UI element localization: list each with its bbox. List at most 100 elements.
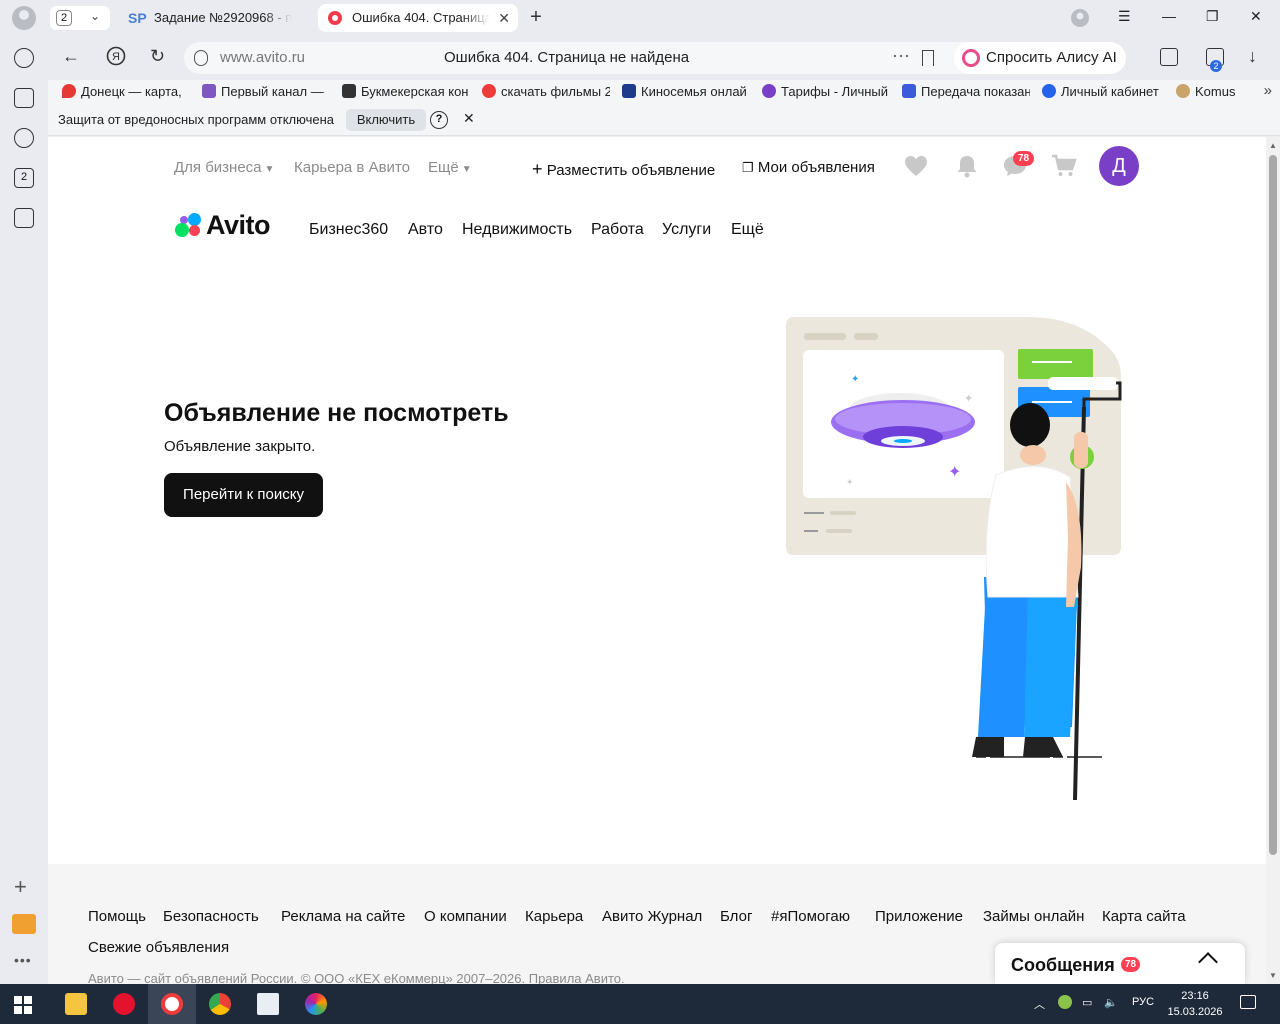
footer-link-blog[interactable]: Блог <box>720 908 752 925</box>
bookmark-lichny-kabinet[interactable]: Личный кабинет <box>1042 84 1166 99</box>
play-icon[interactable] <box>14 128 34 148</box>
bookmark-kinosemya[interactable]: Киносемья онлай <box>622 84 750 99</box>
avito-page: Для бизнеса ▼ Карьера в Авито Ещё ▼ + Разм… <box>48 137 1266 984</box>
bookmark-peredacha[interactable]: Передача показан <box>902 84 1030 99</box>
more-icon[interactable]: ••• <box>14 952 32 968</box>
footer-link-security[interactable]: Безопасность <box>163 908 259 925</box>
url-domain: www.avito.ru <box>220 49 306 66</box>
profile-icon[interactable] <box>12 6 36 30</box>
scroll-up-icon[interactable]: ▲ <box>1269 141 1277 150</box>
tab-task[interactable]: SP Задание №2920968 - про <box>120 4 310 32</box>
security-shield-icon[interactable] <box>194 50 208 66</box>
windows-taskbar: ︿ ▭ 🔈 РУС 23:16 15.03.2026 <box>0 984 1280 1024</box>
language-indicator[interactable]: РУС <box>1132 996 1154 1008</box>
cart-icon[interactable] <box>1051 154 1077 178</box>
close-tab-icon[interactable]: ✕ <box>498 4 510 32</box>
logo-dot <box>189 225 200 236</box>
footer-link-loans[interactable]: Займы онлайн <box>983 908 1084 925</box>
url-field[interactable]: www.avito.ru Ошибка 404. Страница не най… <box>184 42 996 74</box>
ask-alice-button[interactable]: Спросить Алису AI <box>954 42 1126 74</box>
footer-link-journal[interactable]: Авито Журнал <box>602 908 702 925</box>
footer-link-app[interactable]: Приложение <box>875 908 963 925</box>
system-clock[interactable]: 23:16 15.03.2026 <box>1166 988 1224 1020</box>
career-link[interactable]: Карьера в Авито <box>294 159 410 176</box>
bookmark-komus[interactable]: Komus <box>1176 84 1252 99</box>
reader-icon[interactable] <box>1160 48 1178 66</box>
notifications-icon[interactable] <box>1240 995 1256 1009</box>
volume-icon[interactable]: 🔈 <box>1104 996 1118 1009</box>
page-scrollbar[interactable]: ▲ ▼ <box>1266 137 1280 984</box>
more-menu[interactable]: Ещё ▼ <box>428 159 472 176</box>
bookmark-icon[interactable] <box>922 50 934 66</box>
user-avatar[interactable]: Д <box>1099 146 1139 186</box>
footer-link-about[interactable]: О компании <box>424 908 507 925</box>
enable-protection-button[interactable]: Включить <box>346 109 426 131</box>
close-window-icon[interactable]: ✕ <box>1250 8 1262 25</box>
yandex-browser-icon[interactable] <box>148 984 196 1024</box>
footer-link-ads[interactable]: Реклама на сайте <box>281 908 405 925</box>
map-pin-icon <box>62 84 76 98</box>
scrollbar-thumb[interactable] <box>1269 155 1277 855</box>
tv-icon <box>202 84 216 98</box>
bookmark-donetsk[interactable]: Донецк — карта, <box>62 84 186 99</box>
category-biznes360[interactable]: Бизнес360 <box>309 221 388 239</box>
screenshot-icon[interactable] <box>14 208 34 228</box>
new-tab-button[interactable]: + <box>524 6 548 30</box>
bookmarks-more-icon[interactable]: » <box>1264 82 1272 99</box>
bookmark-perviy[interactable]: Первый канал — с <box>202 84 326 99</box>
image-app-icon[interactable] <box>244 984 292 1024</box>
reload-icon[interactable]: ↻ <box>150 46 165 67</box>
picasa-icon[interactable] <box>292 984 340 1024</box>
footer-link-career[interactable]: Карьера <box>525 908 583 925</box>
close-infobar-icon[interactable]: ✕ <box>463 110 475 127</box>
chevron-up-icon[interactable] <box>1198 952 1218 972</box>
tab-count-button[interactable]: 2 ⌄ <box>50 6 110 30</box>
network-icon[interactable]: ▭ <box>1082 996 1092 1009</box>
messages-panel-label: Сообщения <box>1011 955 1115 975</box>
svg-text:✦: ✦ <box>846 477 854 487</box>
downloads-icon[interactable]: ↓ <box>1248 46 1257 67</box>
avito-logo[interactable]: Avito <box>174 210 284 240</box>
footer-link-sitemap[interactable]: Карта сайта <box>1102 908 1186 925</box>
opera-icon[interactable] <box>100 984 148 1024</box>
category-services[interactable]: Услуги <box>662 221 711 239</box>
history-icon[interactable] <box>14 48 34 68</box>
windows-start-icon[interactable] <box>14 996 32 1014</box>
file-explorer-icon[interactable] <box>52 984 100 1024</box>
tray-expand-icon[interactable]: ︿ <box>1034 996 1045 1012</box>
tab-avito-404[interactable]: Ошибка 404. Страница ✕ <box>318 4 518 32</box>
post-ad-link[interactable]: + Разместить объявление <box>532 159 715 180</box>
category-auto[interactable]: Авто <box>408 221 443 239</box>
help-icon[interactable]: ? <box>430 111 448 129</box>
yandex-icon[interactable]: Я <box>106 46 126 71</box>
tray-app-icon[interactable] <box>1058 995 1072 1009</box>
back-icon[interactable]: ← <box>62 46 80 67</box>
category-realty[interactable]: Недвижимость <box>462 221 572 239</box>
my-ads-link[interactable]: ❐ Мои объявления <box>742 159 875 176</box>
footer-link-ya-pomogayu[interactable]: #яПомогаю <box>771 908 850 925</box>
minimize-icon[interactable]: — <box>1162 8 1176 24</box>
account-icon[interactable] <box>1070 8 1090 31</box>
notifications-bell-icon[interactable] <box>954 154 980 178</box>
footer-link-fresh-ads[interactable]: Свежие объявления <box>88 939 229 956</box>
menu-icon[interactable]: ☰ <box>1118 8 1131 25</box>
category-more[interactable]: Ещё <box>731 221 764 239</box>
bookmark-bukmeker[interactable]: Букмекерская кон <box>342 84 468 99</box>
go-to-search-button[interactable]: Перейти к поиску <box>164 473 323 517</box>
more-options-icon[interactable]: ··· <box>892 45 910 66</box>
collections-icon[interactable] <box>14 88 34 108</box>
bookmark-films[interactable]: скачать фильмы 2 <box>482 84 610 99</box>
add-panel-icon[interactable]: + <box>14 874 27 900</box>
restore-icon[interactable]: ❐ <box>1206 8 1219 25</box>
favorites-heart-icon[interactable] <box>904 155 928 177</box>
category-jobs[interactable]: Работа <box>591 221 644 239</box>
for-business-menu[interactable]: Для бизнеса ▼ <box>174 159 274 176</box>
logo-text: Avito <box>206 210 271 240</box>
mail-icon[interactable] <box>12 914 36 934</box>
footer-link-help[interactable]: Помощь <box>88 908 146 925</box>
chrome-icon[interactable] <box>196 984 244 1024</box>
tabs-number-icon[interactable]: 2 <box>14 168 34 188</box>
messages-panel[interactable]: Сообщения 78 <box>995 943 1245 984</box>
scroll-down-icon[interactable]: ▼ <box>1269 971 1277 980</box>
bookmark-tarify[interactable]: Тарифы - Личный <box>762 84 890 99</box>
